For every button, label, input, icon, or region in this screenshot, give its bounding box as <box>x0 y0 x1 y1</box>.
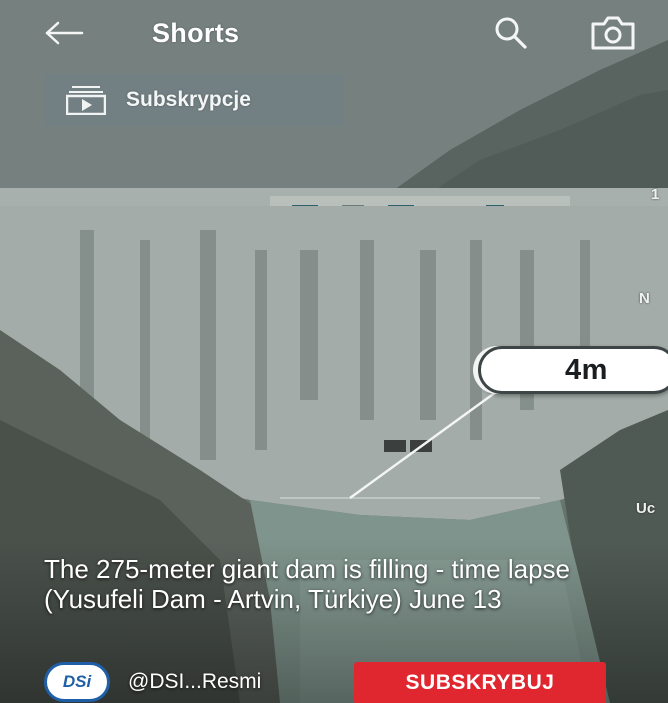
subscriptions-label: Subskrypcje <box>126 88 251 111</box>
arrow-left-icon <box>45 21 84 45</box>
search-icon <box>495 17 527 49</box>
back-button[interactable] <box>40 14 88 52</box>
search-button[interactable] <box>488 12 534 54</box>
subscriptions-icon <box>66 85 108 115</box>
video-caption[interactable]: The 275-meter giant dam is filling - tim… <box>44 554 624 614</box>
shorts-player-screen: Shorts Subskrypcje 1 N Uc 4m The 275-met… <box>0 0 668 703</box>
camera-icon <box>591 16 635 50</box>
top-bar: Shorts <box>0 0 668 70</box>
camera-button[interactable] <box>586 12 640 54</box>
overlay-text-fragment: N <box>639 290 650 307</box>
avatar-text: DSi <box>62 672 92 691</box>
callout-value: 4m <box>565 353 608 386</box>
subscribe-button[interactable]: SUBSKRYBUJ <box>354 662 606 703</box>
page-title: Shorts <box>152 18 240 48</box>
overlay-text-fragment: 1 <box>651 186 660 203</box>
channel-name[interactable]: @DSI...Resmi <box>128 670 261 694</box>
distance-callout: 4m <box>478 346 668 394</box>
channel-row: DSi @DSI...Resmi SUBSKRYBUJ <box>44 660 624 703</box>
overlay-text-fragment: Uc <box>636 500 656 517</box>
subscriptions-chip[interactable]: Subskrypcje <box>44 74 344 126</box>
channel-avatar[interactable]: DSi <box>44 662 110 702</box>
